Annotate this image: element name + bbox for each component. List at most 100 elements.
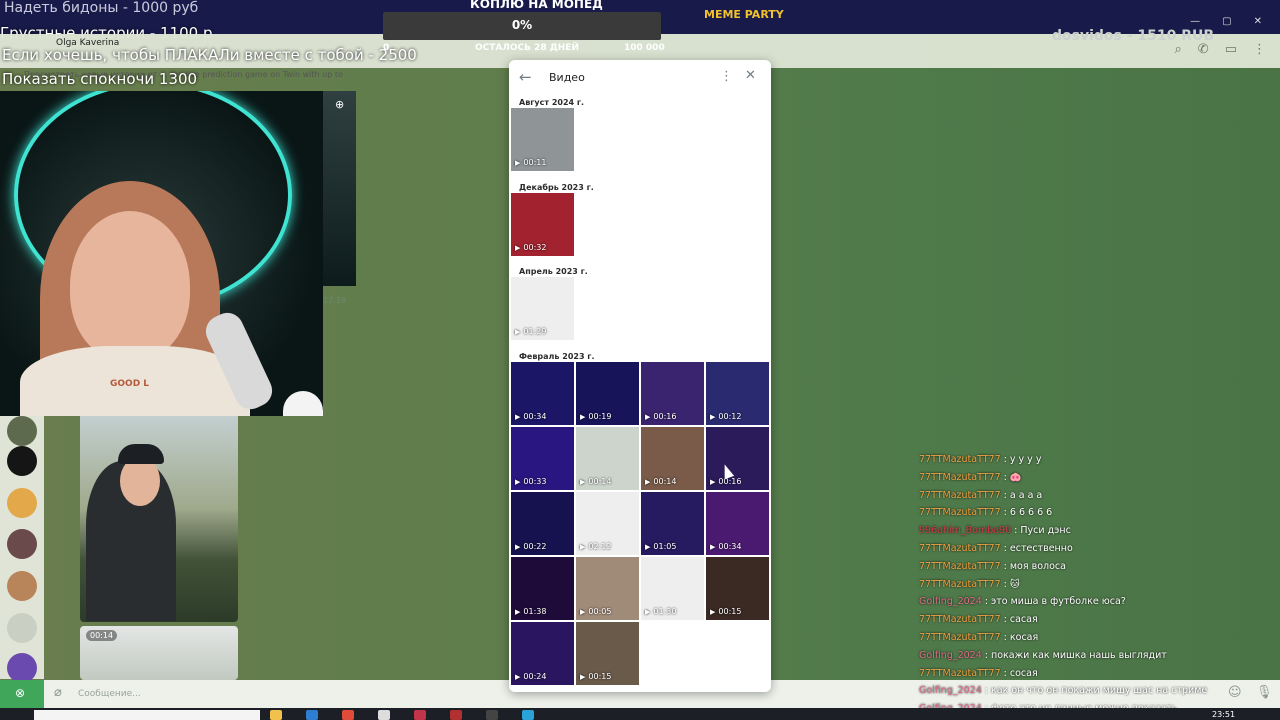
video-thumbnail[interactable]: 02:12	[576, 492, 639, 555]
chat-username[interactable]: Golfing_2024	[919, 685, 982, 696]
chat-text: косая	[1009, 632, 1039, 643]
chat-username[interactable]: 77TTMazutaTT77	[919, 632, 1001, 643]
chat-avatar[interactable]	[7, 416, 37, 446]
chat-username[interactable]: 77TTMazutaTT77	[919, 561, 1001, 572]
video-duration: 00:12	[710, 412, 741, 421]
chat-separator: :	[1000, 667, 1010, 679]
search-icon[interactable]: ⌕	[1175, 42, 1182, 57]
video-thumbnail[interactable]: 00:33	[511, 427, 574, 490]
sidebar-icon[interactable]: ▭	[1225, 42, 1237, 57]
video-thumbnail[interactable]: 01:05	[641, 492, 704, 555]
message-photo[interactable]	[80, 416, 238, 622]
more-icon[interactable]: ⋮	[720, 69, 733, 84]
back-arrow-icon[interactable]: ←	[519, 68, 532, 86]
app-icon[interactable]	[306, 710, 318, 720]
month-section-label: Апрель 2023 г.	[519, 267, 588, 276]
chat-avatar[interactable]	[7, 529, 37, 559]
chat-text: моя волоса	[1009, 560, 1066, 572]
folder-icon[interactable]	[270, 710, 282, 720]
video-duration: 00:34	[710, 542, 741, 551]
video-duration-badge: 00:14	[86, 630, 118, 641]
chat-username[interactable]: 77TTMazutaTT77	[919, 454, 1001, 465]
chat-avatar[interactable]	[7, 446, 37, 476]
chat-username[interactable]: 77TTMazutaTT77	[919, 614, 1001, 625]
zoom-icon[interactable]: ⊕	[335, 98, 344, 111]
video-thumbnail[interactable]: 00:34	[511, 362, 574, 425]
message-input[interactable]: Сообщение...	[78, 689, 141, 699]
video-thumbnail[interactable]: 00:15	[706, 557, 769, 620]
new-message-button[interactable]: ⊗	[0, 680, 44, 708]
chat-text: это миша в футболке юса?	[991, 596, 1126, 608]
video-thumbnail[interactable]: 00:05	[576, 557, 639, 620]
video-thumbnail[interactable]: 00:16	[641, 362, 704, 425]
app-icon[interactable]	[486, 710, 498, 720]
maximize-icon[interactable]: ▢	[1222, 16, 1231, 27]
chat-avatar[interactable]	[7, 571, 37, 601]
chat-text: естественно	[1009, 543, 1073, 554]
video-duration: 00:19	[580, 412, 611, 421]
chat-message: 77TTMazutaTT77 : а а а а	[919, 490, 1042, 501]
taskbar-search[interactable]	[34, 710, 260, 720]
video-duration: 00:15	[580, 672, 611, 681]
chat-username[interactable]: 77TTMazutaTT77	[919, 579, 1001, 590]
close-window-icon[interactable]: ✕	[1254, 16, 1262, 27]
goal-percent: 0%	[511, 18, 533, 32]
goal-max: 100 000	[624, 43, 665, 53]
video-thumbnail[interactable]: 00:14	[641, 427, 704, 490]
chat-avatar[interactable]	[7, 613, 37, 643]
video-thumbnail[interactable]: 01:29	[511, 277, 574, 340]
chat-text: сосая	[1009, 667, 1038, 679]
chat-username[interactable]: 996ahim_Bomba90	[919, 525, 1011, 536]
more-icon[interactable]: ⋮	[1253, 42, 1266, 57]
paperclip-icon[interactable]: ⌀	[54, 685, 62, 700]
chat-username[interactable]: 77TTMazutaTT77	[919, 507, 1001, 518]
video-duration: 00:32	[515, 243, 546, 252]
app-icon[interactable]	[450, 710, 462, 720]
chat-username[interactable]: 77TTMazutaTT77	[919, 490, 1001, 501]
telegram-icon[interactable]	[522, 710, 534, 720]
video-thumbnail[interactable]: 00:19	[576, 362, 639, 425]
chat-username[interactable]: 77TTMazutaTT77	[919, 668, 1001, 679]
message-photo[interactable]	[323, 91, 356, 286]
video-thumbnail[interactable]: 00:11	[511, 108, 574, 171]
video-thumbnail[interactable]: 00:32	[511, 193, 574, 256]
chat-message: 77TTMazutaTT77 : сосая	[919, 668, 1038, 679]
video-thumbnail[interactable]: 00:24	[511, 622, 574, 685]
panel-header: ← Видео ⋮ ✕	[509, 60, 771, 96]
video-thumbnail[interactable]: 00:14	[576, 427, 639, 490]
video-thumbnail[interactable]: 00:16	[706, 427, 769, 490]
close-icon[interactable]: ✕	[745, 68, 756, 83]
video-duration: 00:22	[515, 542, 546, 551]
video-thumbnail[interactable]: 01:30	[641, 557, 704, 620]
app-icon[interactable]	[378, 710, 390, 720]
goal-progress-bar: 0%	[383, 12, 661, 40]
emoji-icon[interactable]: ☺	[1228, 685, 1242, 700]
webcam-feed: GOOD L	[0, 91, 323, 416]
microphone-icon[interactable]: 🎙	[1256, 685, 1273, 700]
video-thumbnail[interactable]: 00:22	[511, 492, 574, 555]
video-thumbnail[interactable]: 01:38	[511, 557, 574, 620]
chat-username[interactable]: Golfing_2024	[919, 596, 982, 607]
app-icon[interactable]	[414, 710, 426, 720]
video-thumbnail[interactable]: 00:15	[576, 622, 639, 685]
video-duration: 00:24	[515, 672, 546, 681]
panel-title: Видео	[549, 71, 585, 84]
phone-icon[interactable]: ✆	[1198, 42, 1209, 57]
chat-avatar[interactable]	[7, 488, 37, 518]
chat-separator: :	[1000, 471, 1010, 483]
video-thumbnail[interactable]: 00:12	[706, 362, 769, 425]
chat-username[interactable]: Golfing_2024	[919, 650, 982, 661]
video-thumbnail[interactable]: 00:34	[706, 492, 769, 555]
chat-message: 77TTMazutaTT77 : сасая	[919, 614, 1038, 625]
chat-avatar[interactable]	[7, 653, 37, 683]
chat-separator: :	[1000, 543, 1010, 554]
chat-separator: :	[1000, 489, 1010, 501]
streamer-face	[70, 211, 190, 361]
app-icon[interactable]	[342, 710, 354, 720]
chat-message: 77TTMazutaTT77 : косая	[919, 632, 1038, 643]
chat-username[interactable]: 77TTMazutaTT77	[919, 472, 1001, 483]
minimize-icon[interactable]: —	[1190, 16, 1200, 27]
chat-username[interactable]: 77TTMazutaTT77	[919, 543, 1001, 554]
chat-message: 77TTMazutaTT77 : у у у у	[919, 454, 1041, 465]
chat-text: Пуси дэнс	[1020, 525, 1071, 537]
